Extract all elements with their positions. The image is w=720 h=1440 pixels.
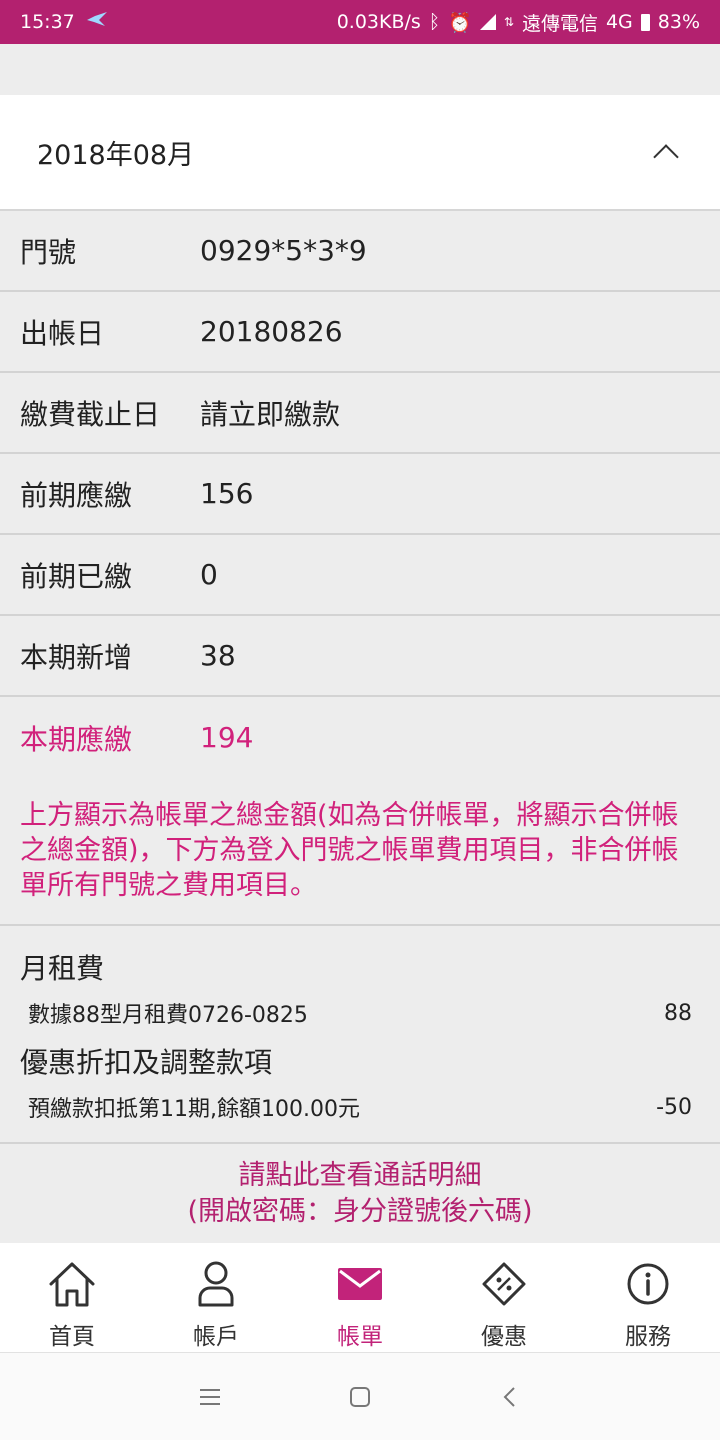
bluetooth-icon: ᛒ (428, 11, 441, 33)
signal-icon (479, 14, 496, 30)
row-value: 0 (200, 558, 218, 591)
bill-notice: 上方顯示為帳單之總金額(如為合併帳單，將顯示合併帳之總金額)，下方為登入門號之帳… (0, 798, 720, 926)
battery-icon (640, 13, 650, 31)
nav-label: 服務 (625, 1324, 671, 1350)
discount-tag-icon (477, 1257, 531, 1311)
user-icon (189, 1257, 243, 1311)
bill-month: 2018年08月 (37, 139, 195, 171)
fee-category: 月租費 (20, 952, 105, 985)
bird-notification-icon (85, 10, 109, 35)
row-label: 前期已繳 (20, 559, 133, 593)
status-bar: 15:37 0.03KB/s ᛒ ⏰ ⇅ 遠傳電信 4G 83% (0, 0, 720, 44)
nav-item-home[interactable]: 首頁 (0, 1243, 144, 1352)
row-label: 前期應繳 (20, 478, 133, 512)
home-icon (45, 1257, 99, 1311)
nav-label: 帳戶 (193, 1324, 239, 1350)
home-square-icon (350, 1386, 370, 1407)
fee-item-label: 預繳款扣抵第11期,餘額100.00元 (28, 1097, 360, 1122)
nav-label: 優惠 (481, 1324, 527, 1350)
call-details-password-hint: (開啟密碼：身分證號後六碼) (187, 1196, 533, 1227)
bill-month-header[interactable]: 2018年08月 (0, 95, 720, 211)
bill-row-billing-date: 出帳日 20180826 (0, 292, 720, 373)
battery-level: 83% (657, 11, 700, 33)
row-value: 0929*5*3*9 (200, 234, 367, 267)
row-label: 門號 (20, 235, 77, 269)
row-label: 繳費截止日 (20, 397, 161, 431)
bottom-nav: 首頁 帳戶 帳單 優惠 服務 (0, 1243, 720, 1353)
recent-apps-button[interactable] (135, 1367, 285, 1427)
fee-item-amount: 88 (664, 1000, 692, 1026)
top-spacer (0, 44, 720, 95)
recent-apps-icon (200, 1388, 220, 1405)
nav-item-offers[interactable]: 優惠 (432, 1243, 576, 1352)
data-arrows-icon: ⇅ (503, 15, 514, 29)
row-value: 194 (200, 721, 254, 754)
mail-icon (333, 1257, 387, 1311)
fee-items: 月租費 數據88型月租費0726-0825 88 優惠折扣及調整款項 預繳款扣抵… (0, 928, 720, 1142)
fee-category: 優惠折扣及調整款項 (20, 1046, 273, 1079)
bill-row-previous-due: 前期應繳 156 (0, 454, 720, 535)
chevron-up-icon[interactable] (653, 144, 679, 170)
bill-row-amount-due: 本期應繳 194 (0, 697, 720, 778)
system-nav-bar (0, 1353, 720, 1440)
row-label: 本期應繳 (20, 722, 133, 756)
row-value: 請立即繳款 (200, 397, 341, 431)
nav-item-bill[interactable]: 帳單 (288, 1243, 432, 1352)
fee-item-label: 數據88型月租費0726-0825 (28, 1003, 308, 1028)
bill-row-new-charges: 本期新增 38 (0, 616, 720, 697)
back-arrow-icon (503, 1386, 515, 1407)
network-type: 4G (605, 11, 633, 33)
row-value: 38 (200, 639, 236, 672)
call-details-title: 請點此查看通話明細 (238, 1160, 482, 1191)
nav-item-services[interactable]: 服務 (576, 1243, 720, 1352)
fee-item: 數據88型月租費0726-0825 88 (0, 990, 720, 1036)
back-button[interactable] (435, 1367, 585, 1427)
home-button[interactable] (285, 1367, 435, 1427)
bill-row-due-date: 繳費截止日 請立即繳款 (0, 373, 720, 454)
bill-row-previous-paid: 前期已繳 0 (0, 535, 720, 616)
carrier-name: 遠傳電信 (521, 12, 598, 35)
fee-item-amount: -50 (656, 1094, 692, 1120)
bill-row-number: 門號 0929*5*3*9 (0, 211, 720, 292)
nav-item-account[interactable]: 帳戶 (144, 1243, 288, 1352)
nav-label: 首頁 (49, 1324, 95, 1350)
alarm-icon: ⏰ (448, 11, 472, 34)
info-icon (621, 1257, 675, 1311)
status-time: 15:37 (20, 11, 75, 33)
network-speed: 0.03KB/s (336, 11, 421, 33)
row-label: 出帳日 (20, 316, 105, 350)
row-label: 本期新增 (20, 640, 133, 674)
nav-label: 帳單 (337, 1324, 383, 1350)
row-value: 20180826 (200, 315, 343, 348)
row-value: 156 (200, 477, 254, 510)
bill-summary: 門號 0929*5*3*9 出帳日 20180826 繳費截止日 請立即繳款 前… (0, 211, 720, 778)
fee-item: 預繳款扣抵第11期,餘額100.00元 -50 (0, 1084, 720, 1130)
call-details-link[interactable]: 請點此查看通話明細 (開啟密碼：身分證號後六碼) (0, 1142, 720, 1243)
